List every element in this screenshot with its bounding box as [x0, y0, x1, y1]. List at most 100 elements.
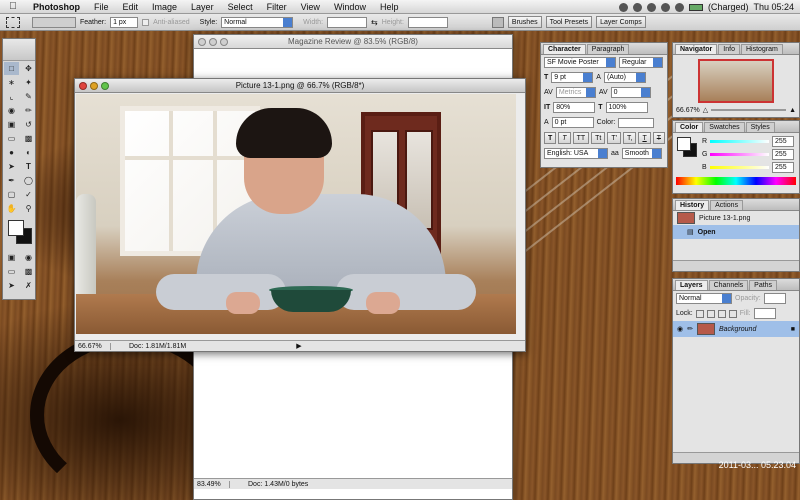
menu-image[interactable]: Image: [145, 2, 184, 12]
volume-icon[interactable]: [674, 2, 684, 12]
font-family-select[interactable]: SF Movie Poster: [544, 57, 616, 68]
eyedropper-tool[interactable]: ✓: [21, 188, 36, 201]
picture-zoom[interactable]: 66.67%: [75, 342, 111, 350]
hand-tool[interactable]: ✋: [4, 202, 19, 215]
lock-transparency-icon[interactable]: [695, 309, 704, 318]
navigator-zoom[interactable]: 66.67%: [676, 107, 700, 114]
blur-tool[interactable]: ●: [4, 146, 19, 159]
navigator-thumbnail[interactable]: [698, 59, 774, 103]
magic-wand-tool[interactable]: ✦: [21, 76, 36, 89]
tool-presets-tab[interactable]: Tool Presets: [545, 16, 593, 28]
shape-tool[interactable]: ◯: [21, 174, 36, 187]
tab-character[interactable]: Character: [543, 44, 586, 54]
tab-color[interactable]: Color: [675, 122, 704, 132]
bluetooth-icon[interactable]: [646, 2, 656, 12]
zoom-out-icon[interactable]: △: [703, 106, 708, 114]
menu-app[interactable]: Photoshop: [26, 2, 87, 12]
battery-icon[interactable]: [688, 3, 703, 11]
path-select-tool[interactable]: ➤: [4, 160, 19, 173]
channel-b-value[interactable]: 255: [772, 162, 794, 173]
zoom-in-icon[interactable]: ▲: [789, 107, 796, 114]
tab-paths[interactable]: Paths: [749, 280, 778, 290]
color-fg-swatch[interactable]: [677, 137, 691, 151]
menu-filter[interactable]: Filter: [260, 2, 294, 12]
tracking-select[interactable]: 0: [610, 87, 651, 98]
leading-select[interactable]: (Auto): [603, 72, 646, 83]
small-caps-button[interactable]: Tt: [591, 132, 606, 144]
wifi-icon[interactable]: [660, 2, 670, 12]
faux-bold-button[interactable]: T: [544, 132, 557, 144]
lock-move-icon[interactable]: [717, 309, 726, 318]
fill-input[interactable]: [753, 308, 776, 319]
eraser-tool[interactable]: ▭: [4, 132, 19, 145]
horizontal-scale-input[interactable]: 100%: [605, 102, 648, 113]
lock-all-icon[interactable]: [728, 309, 737, 318]
imageready-icon[interactable]: ➤: [4, 279, 19, 292]
layer-comps-tab[interactable]: Layer Comps: [596, 16, 646, 28]
color-spectrum[interactable]: [676, 177, 796, 185]
dodge-tool[interactable]: ◐: [21, 146, 36, 159]
menu-view[interactable]: View: [294, 2, 327, 12]
screen-mode-icon[interactable]: ▭: [4, 265, 19, 278]
antialiased-checkbox[interactable]: [142, 18, 150, 26]
text-color-swatch[interactable]: [618, 117, 655, 128]
tab-layers[interactable]: Layers: [675, 280, 708, 290]
standard-mode-icon[interactable]: ▣: [4, 251, 19, 264]
palette-well-icon[interactable]: [491, 16, 504, 28]
status-arrow-icon[interactable]: ▶: [296, 342, 301, 350]
opacity-input[interactable]: [763, 293, 786, 304]
swap-icon[interactable]: ⇆: [371, 18, 378, 27]
quick-mask-icon[interactable]: ◉: [21, 251, 36, 264]
tab-paragraph[interactable]: Paragraph: [586, 44, 630, 54]
vertical-scale-input[interactable]: 80%: [553, 102, 596, 113]
tab-channels[interactable]: Channels: [708, 280, 749, 290]
tab-histogram[interactable]: Histogram: [740, 44, 783, 54]
style-select[interactable]: Normal: [221, 16, 294, 28]
magazine-zoom[interactable]: 83.49%: [194, 480, 230, 488]
type-tool[interactable]: T: [21, 160, 36, 173]
subscript-button[interactable]: T,: [622, 132, 637, 144]
magazine-titlebar[interactable]: Magazine Review @ 83.5% (RGB/8): [194, 35, 512, 49]
menu-select[interactable]: Select: [221, 2, 260, 12]
visibility-eye-icon[interactable]: ◉: [677, 325, 683, 333]
menu-file[interactable]: File: [87, 2, 116, 12]
fullscreen-mode-icon[interactable]: ▩: [21, 265, 36, 278]
blend-mode-select[interactable]: Normal: [676, 293, 732, 304]
channel-r-slider[interactable]: [710, 140, 769, 143]
baseline-input[interactable]: 0 pt: [551, 117, 594, 128]
all-caps-button[interactable]: TT: [572, 132, 590, 144]
language-select[interactable]: English: USA: [544, 148, 608, 159]
superscript-button[interactable]: T': [607, 132, 621, 144]
zoom-tool[interactable]: ⚲: [21, 202, 36, 215]
channel-r-value[interactable]: 255: [772, 136, 794, 147]
tab-actions[interactable]: Actions: [710, 200, 744, 210]
canvas-photo[interactable]: [76, 94, 516, 334]
stamp-tool[interactable]: ▣: [4, 118, 19, 131]
height-input[interactable]: [407, 16, 448, 28]
channel-g-value[interactable]: 255: [772, 149, 794, 160]
menu-window[interactable]: Window: [327, 2, 373, 12]
tab-swatches[interactable]: Swatches: [704, 122, 745, 132]
faux-italic-button[interactable]: T: [558, 132, 571, 144]
lasso-tool[interactable]: ∗: [4, 76, 19, 89]
jump-icon[interactable]: ✗: [21, 279, 36, 292]
history-brush-tool[interactable]: ↺: [21, 118, 36, 131]
notes-tool[interactable]: ▢: [4, 188, 19, 201]
font-style-select[interactable]: Regular: [619, 57, 663, 68]
layer-row-background[interactable]: ◉ ✏ Background ■: [673, 321, 799, 337]
time-machine-icon[interactable]: [618, 2, 628, 12]
menu-help[interactable]: Help: [373, 2, 406, 12]
font-size-select[interactable]: 9 pt: [551, 72, 594, 83]
tab-history[interactable]: History: [675, 200, 710, 210]
brushes-tab[interactable]: Brushes: [507, 16, 542, 28]
clock[interactable]: Thu 05:24: [753, 2, 794, 12]
lock-paint-icon[interactable]: [706, 309, 715, 318]
menu-edit[interactable]: Edit: [116, 2, 146, 12]
channel-g-slider[interactable]: [710, 153, 769, 156]
tab-info[interactable]: Info: [718, 44, 740, 54]
marquee-tool-icon[interactable]: [6, 16, 20, 28]
picture-titlebar[interactable]: Picture 13-1.png @ 66.7% (RGB/8*): [75, 79, 525, 93]
strikethrough-button[interactable]: T: [652, 132, 665, 144]
brush-tool[interactable]: ✏: [21, 104, 36, 117]
width-input[interactable]: [327, 16, 368, 28]
